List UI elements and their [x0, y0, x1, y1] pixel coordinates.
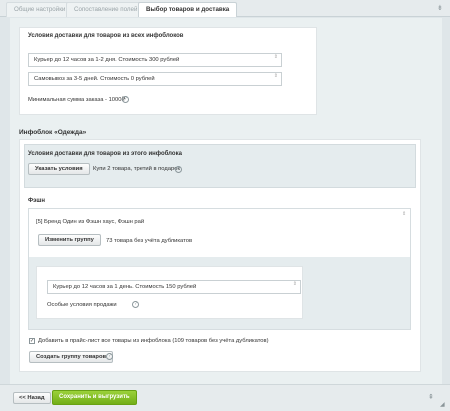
- help-icon[interactable]: ?: [175, 166, 182, 173]
- pin-icon[interactable]: ⇟: [437, 4, 443, 12]
- promo-text: Купи 2 товара, третий в подарок: [93, 166, 180, 172]
- help-icon[interactable]: ?: [122, 96, 129, 103]
- tab-field-mapping[interactable]: Сопоставление полей: [66, 2, 146, 17]
- group-value: [5] Бренд Один из Фэшн хаус, Фэшн рай: [36, 219, 145, 225]
- infoblock-title: Инфоблок «Одежда»: [19, 129, 87, 136]
- min-order-label: Минимальная сумма заказа - 1000₽: [28, 97, 126, 103]
- tab-general-settings[interactable]: Общие настройки: [6, 2, 74, 17]
- infoblock-delivery-title: Условия доставки для товаров из этого ин…: [28, 151, 182, 157]
- footer-bar: << Назад Сохранить и выгрузить ⇞ ◢: [0, 384, 450, 411]
- global-delivery-title: Условия доставки для товаров из всех инф…: [28, 33, 184, 39]
- resize-icon: ⇕: [292, 281, 297, 287]
- resize-icon: ⇕: [273, 54, 278, 60]
- global-condition-2-field[interactable]: Самовывоз за 3-5 дней. Стоимость 0 рубле…: [28, 72, 282, 86]
- help-icon[interactable]: ?: [106, 353, 113, 360]
- resize-corner-icon[interactable]: ◢: [440, 401, 445, 408]
- change-group-button[interactable]: Изменить группу: [38, 234, 101, 246]
- pin-icon[interactable]: ⇞: [428, 393, 434, 401]
- resize-icon: ⇕: [273, 73, 278, 79]
- help-icon[interactable]: ?: [132, 301, 139, 308]
- specify-conditions-button[interactable]: Указать условия: [28, 163, 90, 175]
- add-all-label: Добавить в прайс-лист все товары из инфо…: [38, 338, 269, 344]
- save-export-button[interactable]: Сохранить и выгрузить: [52, 390, 137, 405]
- group-condition-field[interactable]: Курьер до 12 часов за 1 день. Стоимость …: [47, 280, 301, 294]
- resize-icon: ⇕: [402, 211, 407, 217]
- add-all-checkbox[interactable]: ✓: [29, 338, 35, 344]
- back-button[interactable]: << Назад: [13, 392, 51, 404]
- group-label: Фэшн: [28, 198, 46, 204]
- create-group-button[interactable]: Создать группу товаров: [29, 351, 114, 363]
- special-conditions-link[interactable]: Особые условия продажи: [47, 302, 117, 308]
- tab-bar: Общие настройки Сопоставление полей Выбо…: [0, 0, 450, 17]
- global-condition-1-field[interactable]: Курьер до 12 часов за 1-2 дня. Стоимость…: [28, 53, 282, 67]
- group-count: 73 товара без учёта дубликатов: [106, 238, 193, 244]
- tab-products-delivery[interactable]: Выбор товаров и доставка: [138, 2, 238, 17]
